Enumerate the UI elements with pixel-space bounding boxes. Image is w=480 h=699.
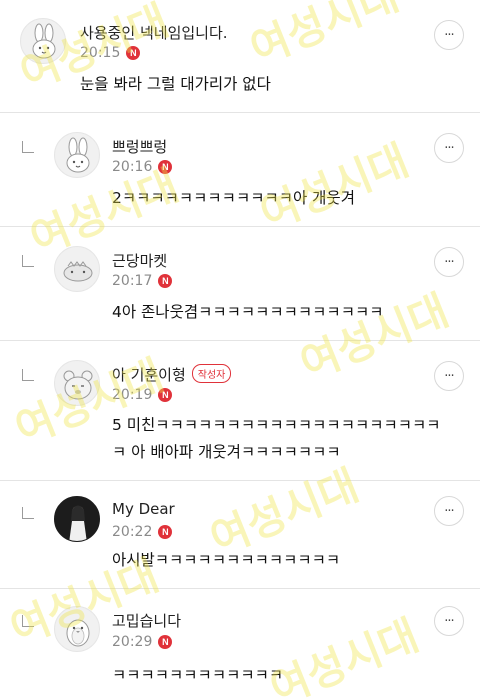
comment-text: 5 미친ㅋㅋㅋㅋㅋㅋㅋㅋㅋㅋㅋㅋㅋㅋㅋㅋㅋㅋㅋㅋ ㅋ 아 배아파 개웃겨ㅋㅋㅋㅋ…	[112, 416, 441, 461]
comment-nickname[interactable]: My Dear	[112, 500, 175, 518]
new-badge: N	[158, 635, 173, 649]
more-options-button[interactable]: ···	[434, 496, 464, 526]
comment-text: 2ㅋㅋㅋㅋㅋㅋㅋㅋㅋㅋㅋㅋ아 개웃겨	[112, 189, 355, 207]
comment-meta: 20:22 N	[112, 524, 173, 540]
comment-nickname[interactable]: 쁘렁쁘렁	[112, 136, 167, 157]
comment-time: 20:15	[80, 45, 121, 61]
comment-time: 20:17	[112, 273, 153, 289]
comment-item: 아 기훈이형 작성자 20:19 N 5 미친ㅋㅋㅋㅋㅋㅋㅋㅋㅋㅋㅋㅋㅋㅋㅋㅋㅋㅋ…	[0, 341, 480, 481]
author-badge: 작성자	[191, 364, 232, 383]
reply-arrow-icon	[22, 369, 34, 381]
new-badge: N	[158, 388, 173, 402]
photo-avatar-icon[interactable]	[54, 496, 100, 542]
comment-time: 20:19	[112, 387, 153, 403]
comment-text: 눈을 봐라 그럴 대가리가 없다	[80, 75, 271, 93]
reply-arrow-icon	[22, 141, 34, 153]
comment-time: 20:29	[112, 634, 153, 650]
comment-meta: 20:15 N	[80, 45, 141, 61]
comment-nickname-text: 아 기훈이형	[112, 366, 186, 384]
comment-nickname[interactable]: 근당마켓	[112, 250, 167, 271]
more-options-button[interactable]: ···	[434, 361, 464, 391]
comment-meta: 20:29 N	[112, 634, 173, 650]
comment-text: 4아 존나웃겸ㅋㅋㅋㅋㅋㅋㅋㅋㅋㅋㅋㅋㅋ	[112, 303, 384, 321]
comment-nickname[interactable]: 사용중인 넥네임입니다.	[80, 22, 228, 43]
comment-meta: 20:16 N	[112, 159, 173, 175]
comment-time: 20:22	[112, 524, 153, 540]
comment-item: My Dear 20:22 N 아시발ㅋㅋㅋㅋㅋㅋㅋㅋㅋㅋㅋㅋㅋ ···	[0, 481, 480, 589]
comment-item: 쁘렁쁘렁 20:16 N 2ㅋㅋㅋㅋㅋㅋㅋㅋㅋㅋㅋㅋ아 개웃겨 ···	[0, 113, 480, 227]
penguin-avatar-icon[interactable]	[54, 606, 100, 652]
bear-avatar-icon[interactable]	[54, 360, 100, 406]
comment-item: 근당마켓 20:17 N 4아 존나웃겸ㅋㅋㅋㅋㅋㅋㅋㅋㅋㅋㅋㅋㅋ ···	[0, 227, 480, 341]
comment-meta: 20:17 N	[112, 273, 173, 289]
comment-text: ㅋㅋㅋㅋㅋㅋㅋㅋㅋㅋㅋㅋ	[112, 666, 284, 684]
more-options-button[interactable]: ···	[434, 606, 464, 636]
reply-arrow-icon	[22, 507, 34, 519]
comment-text: 아시발ㅋㅋㅋㅋㅋㅋㅋㅋㅋㅋㅋㅋㅋ	[112, 551, 341, 569]
rabbit-avatar-icon[interactable]	[54, 132, 100, 178]
comment-nickname[interactable]: 고밉습니다	[112, 610, 181, 631]
more-options-button[interactable]: ···	[434, 20, 464, 50]
new-badge: N	[158, 525, 173, 539]
new-badge: N	[158, 160, 173, 174]
reply-arrow-icon	[22, 255, 34, 267]
more-options-button[interactable]: ···	[434, 133, 464, 163]
new-badge: N	[126, 46, 141, 60]
comment-item: 고밉습니다 20:29 N ㅋㅋㅋㅋㅋㅋㅋㅋㅋㅋㅋㅋ ···	[0, 589, 480, 699]
new-badge: N	[158, 274, 173, 288]
comment-nickname[interactable]: 아 기훈이형 작성자	[112, 364, 232, 385]
comment-time: 20:16	[112, 159, 153, 175]
reply-arrow-icon	[22, 615, 34, 627]
dino-avatar-icon[interactable]	[54, 246, 100, 292]
more-options-button[interactable]: ···	[434, 247, 464, 277]
comment-item: 사용중인 넥네임입니다. 20:15 N 눈을 봐라 그럴 대가리가 없다 ··…	[0, 0, 480, 113]
comment-meta: 20:19 N	[112, 387, 173, 403]
rabbit-avatar-icon[interactable]	[20, 18, 66, 64]
